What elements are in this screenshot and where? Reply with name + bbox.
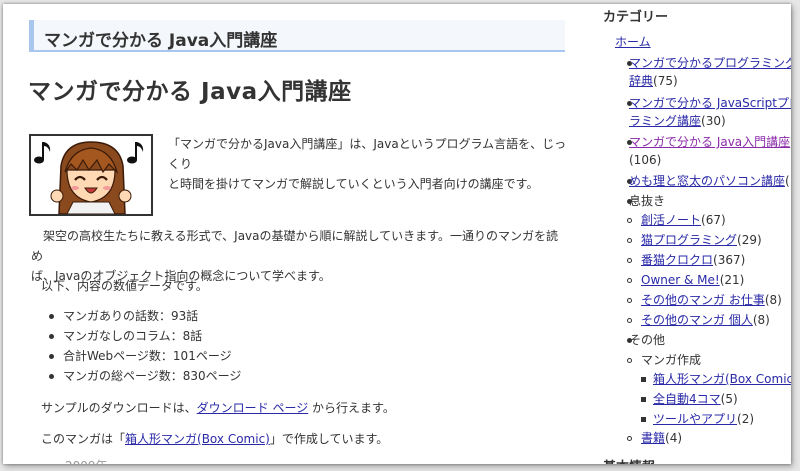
list-item: マンガの総ページ数：830ページ xyxy=(47,366,241,386)
category-item: マンガで分かるプログラミング用 xyxy=(629,53,791,73)
category-count: (4) xyxy=(665,431,683,445)
category-link-programming-dictionary-cont[interactable]: 辞典 xyxy=(629,74,653,88)
description-line: 架空の高校生たちに教える形式で、Javaの基礎から順に解説していきます。一通りの… xyxy=(31,229,558,263)
page-frame: マンガで分かる Java入門講座 マンガで分かる Java入門講座 「マンガで分… xyxy=(3,4,791,464)
category-item: Owner & Me!(21) xyxy=(641,270,744,290)
stats-lead: 以下、内容の数値データです。 xyxy=(41,279,208,293)
cut-off-text: ……2009年…… xyxy=(41,456,132,464)
category-item: 全自動4コマ(5) xyxy=(653,389,738,409)
download-prefix: サンプルのダウンロードは、 xyxy=(41,401,197,415)
category-label-ikinuki: 息抜き xyxy=(629,194,666,208)
home-link[interactable]: ホーム xyxy=(615,33,651,50)
made-with-paragraph: このマンガは「箱人形マンガ(Box Comic)」で作成しています。 xyxy=(41,429,388,449)
download-suffix: から行えます。 xyxy=(308,401,395,415)
category-item: 書籍(4) xyxy=(641,428,682,448)
list-item: 合計Webページ数：101ページ xyxy=(47,346,241,366)
category-count: (75) xyxy=(653,74,678,88)
bullet-icon xyxy=(627,298,632,303)
intro-paragraph: 「マンガで分かるJava入門講座」は、Javaというプログラム言語を、じっくり … xyxy=(168,134,568,194)
category-item: ツールやアプリ(2) xyxy=(653,409,754,429)
section-header-text: マンガで分かる Java入門講座 xyxy=(44,31,278,51)
box-comic-link[interactable]: 箱人形マンガ(Box Comic) xyxy=(125,432,270,446)
category-item: 創活ノート(67) xyxy=(641,210,726,230)
category-item-cont: 辞典(75) xyxy=(629,71,678,91)
category-item: 番猫クロクロ(367) xyxy=(641,250,745,270)
category-item: マンガで分かる Java入門講座 xyxy=(629,132,790,152)
category-link-other-manga-personal[interactable]: その他のマンガ 個人 xyxy=(641,313,753,327)
mascot-image xyxy=(29,134,153,216)
sidebar: カテゴリー ホーム マンガで分かるプログラミング用 辞典(75) マンガで分かる… xyxy=(583,4,791,464)
list-item: マンガありの話数：93話 xyxy=(47,306,241,326)
intro-line: と時間を掛けてマンガで解説していくという入門者向けの講座です。 xyxy=(168,177,539,191)
category-link-other-manga-work[interactable]: その他のマンガ お仕事 xyxy=(641,293,765,307)
category-count: (5) xyxy=(720,392,738,406)
music-note-icon xyxy=(34,142,51,164)
bullet-icon xyxy=(627,358,632,363)
section-header: マンガで分かる Java入門講座 xyxy=(29,20,565,52)
bullet-icon xyxy=(627,436,632,441)
category-link-javascript[interactable]: マンガで分かる JavaScriptプロ xyxy=(629,96,791,110)
category-link-owner-and-me[interactable]: Owner & Me! xyxy=(641,273,720,287)
category-item: めも理と窓太のパソコン講座(1 xyxy=(629,171,791,191)
category-item: 箱人形マンガ(Box Comic) xyxy=(653,369,791,389)
music-note-icon xyxy=(127,142,144,164)
category-link-pc-course[interactable]: めも理と窓太のパソコン講座 xyxy=(629,174,785,188)
category-count: (8) xyxy=(764,293,782,307)
category-item: その他のマンガ お仕事(8) xyxy=(641,290,782,310)
category-count: (8) xyxy=(752,313,770,327)
category-item: マンガで分かる JavaScriptプロ xyxy=(629,93,791,113)
category-link-sokatsu-note[interactable]: 創活ノート xyxy=(641,213,701,227)
category-link-box-comic[interactable]: 箱人形マンガ(Box Comic) xyxy=(653,372,791,386)
category-link-books[interactable]: 書籍 xyxy=(641,431,665,445)
category-item: その他のマンガ 個人(8) xyxy=(641,310,770,330)
intro-line: 「マンガで分かるJava入門講座」は、Javaというプログラム言語を、じっくり xyxy=(168,137,567,171)
bullet-icon xyxy=(627,218,632,223)
made-suffix: 」で作成しています。 xyxy=(269,432,389,446)
category-count: (29) xyxy=(737,233,762,247)
bullet-icon xyxy=(627,318,632,323)
category-link-java[interactable]: マンガで分かる Java入門講座 xyxy=(629,135,790,149)
category-link-neko-programming[interactable]: 猫プログラミング xyxy=(641,233,737,247)
download-paragraph: サンプルのダウンロードは、ダウンロード ページ から行えます。 xyxy=(41,398,395,418)
category-link-javascript-cont[interactable]: ラミング講座 xyxy=(629,114,701,128)
basic-info-heading: 基本情報 xyxy=(603,456,655,464)
stats-list: マンガありの話数：93話 マンガなしのコラム：8話 合計Webページ数：101ペ… xyxy=(47,306,241,386)
category-count: (67) xyxy=(701,213,726,227)
category-link-tools-apps[interactable]: ツールやアプリ xyxy=(653,412,737,426)
category-count: (2) xyxy=(737,412,755,426)
category-count: (30) xyxy=(701,114,726,128)
bullet-icon xyxy=(627,238,632,243)
list-item: マンガなしのコラム：8話 xyxy=(47,326,241,346)
category-count: (1 xyxy=(785,174,791,188)
bullet-icon xyxy=(627,258,632,263)
page-title: マンガで分かる Java入門講座 xyxy=(28,79,352,105)
category-item-cont: ラミング講座(30) xyxy=(629,111,726,131)
bullet-icon xyxy=(641,377,646,382)
bullet-icon xyxy=(641,397,646,402)
category-count: (367) xyxy=(713,253,746,267)
category-item: 猫プログラミング(29) xyxy=(641,230,762,250)
category-heading: カテゴリー xyxy=(603,10,669,25)
bullet-icon xyxy=(627,278,632,283)
mascot-illustration xyxy=(34,141,144,215)
bullet-icon xyxy=(641,417,646,422)
category-link-banneko[interactable]: 番猫クロクロ xyxy=(641,253,713,267)
category-link-auto-4koma[interactable]: 全自動4コマ xyxy=(653,392,721,406)
category-label-manga-creation: マンガ作成 xyxy=(641,353,702,367)
category-link-programming-dictionary[interactable]: マンガで分かるプログラミング用 xyxy=(629,56,791,70)
download-page-link[interactable]: ダウンロード ページ xyxy=(197,401,309,415)
category-label-other: その他 xyxy=(629,333,666,347)
main-content: マンガで分かる Java入門講座 マンガで分かる Java入門講座 「マンガで分… xyxy=(3,4,583,464)
made-prefix: このマンガは「 xyxy=(41,432,126,446)
category-count: (21) xyxy=(719,273,745,287)
category-count: (106) xyxy=(629,153,662,167)
